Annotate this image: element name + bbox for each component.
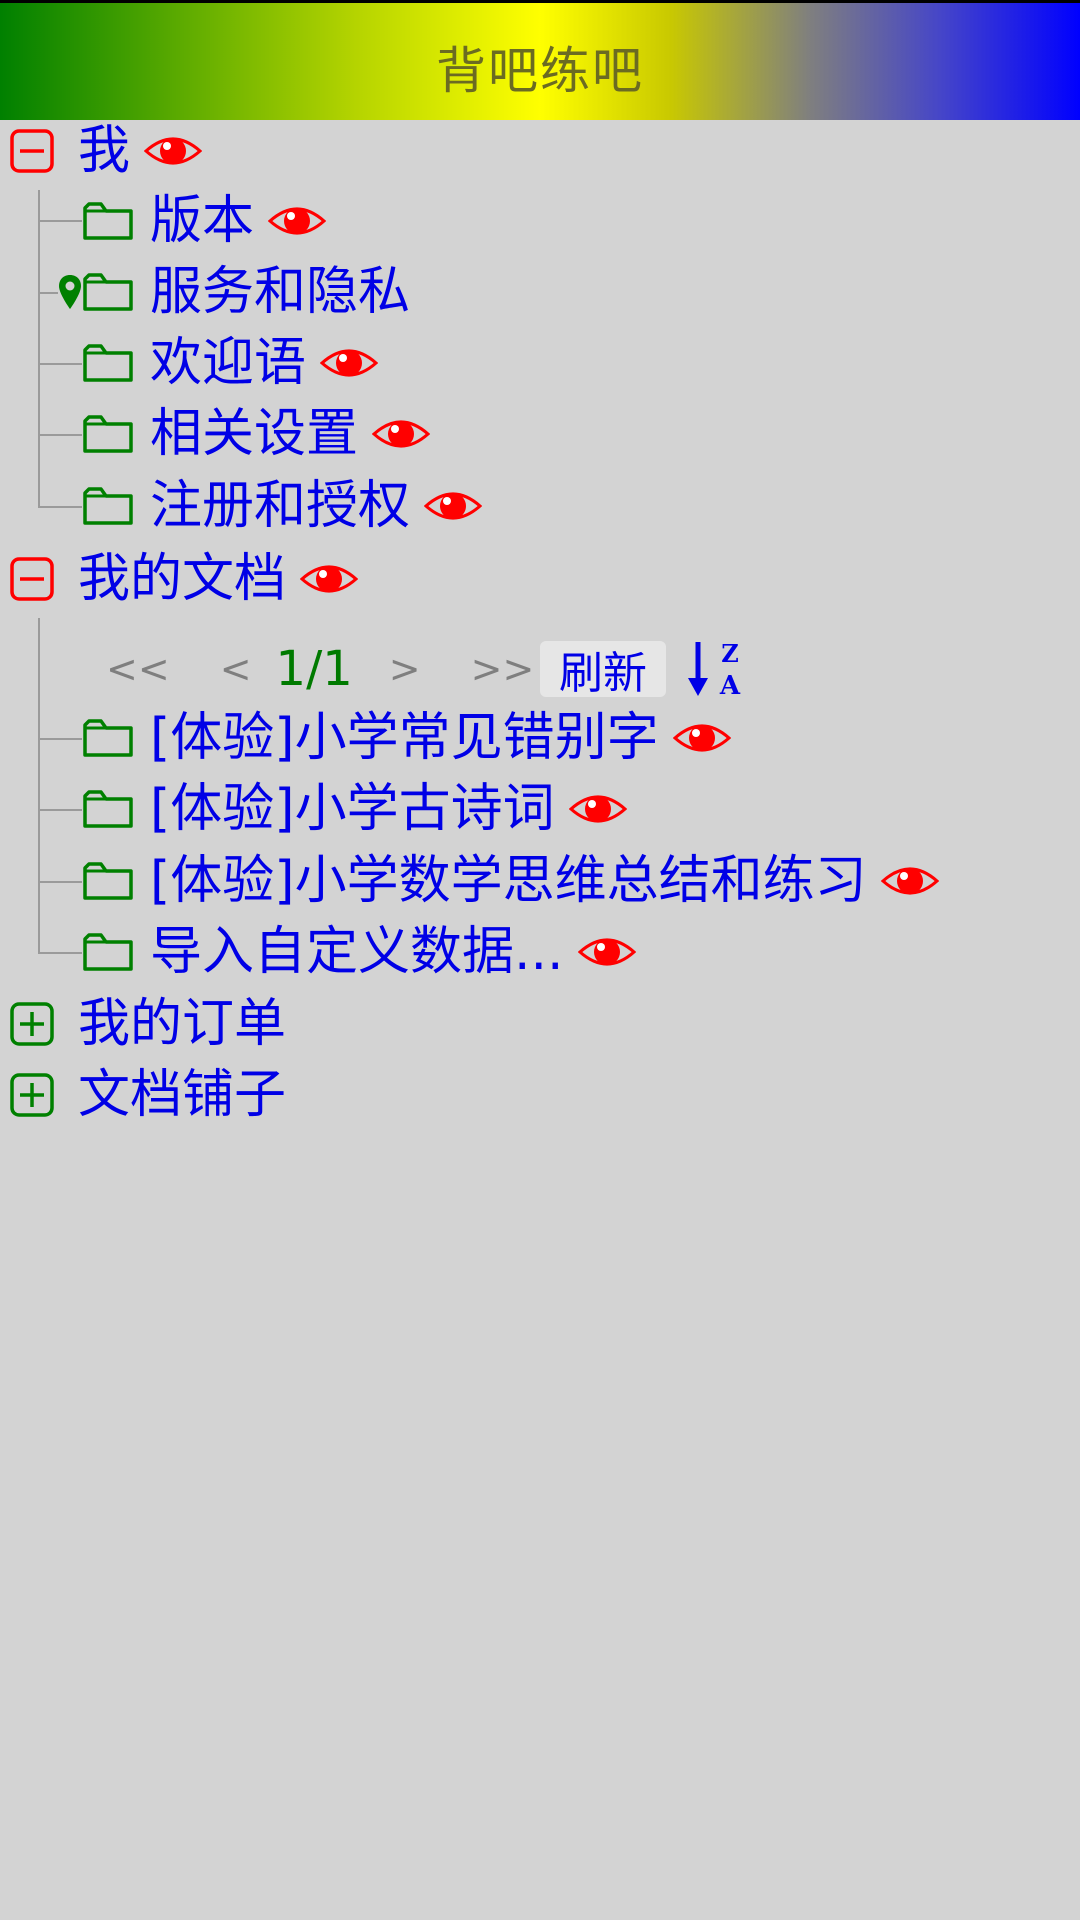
tree-node-doc-poems[interactable]: [体验]小学古诗词 (82, 776, 627, 842)
folder-icon (83, 344, 133, 382)
pager-last-button[interactable]: >> (471, 636, 535, 702)
eye-icon[interactable] (577, 932, 636, 972)
tree-node-register-authorize[interactable]: 注册和授权 (82, 473, 483, 539)
tree-node-label: 导入自定义数据... (150, 922, 564, 982)
tree-node-settings[interactable]: 相关设置 (82, 401, 431, 467)
tree-connector (38, 220, 82, 222)
folder-icon (83, 862, 133, 900)
tree-node-label: 欢迎语 (150, 333, 307, 393)
tree-node-label: 版本 (150, 191, 255, 251)
tree-node-my-docs[interactable]: 我的文档 (10, 546, 359, 612)
plus-box-icon[interactable] (10, 1073, 54, 1117)
tree-node-version[interactable]: 版本 (82, 188, 327, 254)
folder-icon (83, 487, 133, 525)
eye-icon[interactable] (320, 343, 379, 383)
tree-connector (38, 190, 40, 508)
sort-z-a-icon[interactable]: Z A (686, 638, 746, 700)
eye-icon[interactable] (144, 131, 203, 171)
tree-connector (38, 506, 82, 508)
eye-icon[interactable] (372, 414, 431, 454)
tree-node-label: [体验]小学古诗词 (150, 779, 555, 839)
tree-node-doc-math[interactable]: [体验]小学数学思维总结和练习 (82, 848, 939, 914)
pager-prev-button[interactable]: < (220, 636, 252, 702)
tree-connector (38, 434, 82, 436)
tree-node-me[interactable]: 我 (10, 118, 203, 184)
tree-node-my-orders[interactable]: 我的订单 (10, 991, 286, 1057)
folder-icon (83, 202, 133, 240)
tree-connector (38, 738, 82, 740)
sort-z-letter: Z (721, 639, 739, 668)
tree-node-label: 文档铺子 (78, 1065, 287, 1125)
folder-icon (83, 790, 133, 828)
tree-connector (38, 952, 82, 954)
folder-icon (83, 415, 133, 453)
tree-node-label: 服务和隐私 (150, 262, 411, 322)
plus-box-icon[interactable] (10, 1002, 54, 1046)
app-header: 背吧练吧 (0, 0, 1080, 120)
tree-node-label: 注册和授权 (150, 476, 411, 536)
folder-icon (83, 273, 133, 311)
tree-node-label: 我 (78, 121, 131, 181)
sort-a-letter: A (719, 671, 741, 700)
tree-connector (38, 618, 40, 954)
tree-node-welcome[interactable]: 欢迎语 (82, 330, 379, 396)
tree-node-label: [体验]小学数学思维总结和练习 (150, 851, 867, 911)
tree-node-label: [体验]小学常见错别字 (150, 708, 659, 768)
tree-connector (38, 292, 58, 294)
pager-next-button[interactable]: > (389, 636, 421, 702)
minus-box-icon[interactable] (10, 129, 54, 173)
tree-node-label: 相关设置 (150, 404, 359, 464)
eye-icon[interactable] (568, 789, 627, 829)
eye-icon[interactable] (424, 486, 483, 526)
tree-connector (38, 363, 82, 365)
tree-node-label: 我的文档 (78, 549, 287, 609)
minus-box-icon[interactable] (10, 557, 54, 601)
doc-pager: << < 1/1 > >> (106, 636, 534, 702)
tree-connector (38, 881, 82, 883)
tree-node-service-privacy[interactable]: 服务和隐私 (82, 259, 410, 325)
tree-node-doc-shop[interactable]: 文档铺子 (10, 1062, 286, 1128)
tree-node-label: 我的订单 (78, 994, 287, 1054)
pager-info: 1/1 (275, 641, 353, 697)
tree-node-doc-import[interactable]: 导入自定义数据... (82, 919, 636, 985)
location-pin-icon (59, 275, 81, 309)
app-title: 背吧练吧 (436, 42, 644, 100)
eye-icon[interactable] (268, 201, 327, 241)
pager-first-button[interactable]: << (106, 636, 170, 702)
eye-icon[interactable] (880, 861, 939, 901)
folder-icon (83, 933, 133, 971)
tree-connector (38, 809, 82, 811)
tree-node-doc-typos[interactable]: [体验]小学常见错别字 (82, 705, 731, 771)
refresh-button[interactable]: 刷新 (540, 641, 666, 699)
folder-icon (83, 719, 133, 757)
refresh-button-label: 刷新 (559, 648, 647, 699)
eye-icon[interactable] (300, 559, 359, 599)
eye-icon[interactable] (672, 718, 731, 758)
